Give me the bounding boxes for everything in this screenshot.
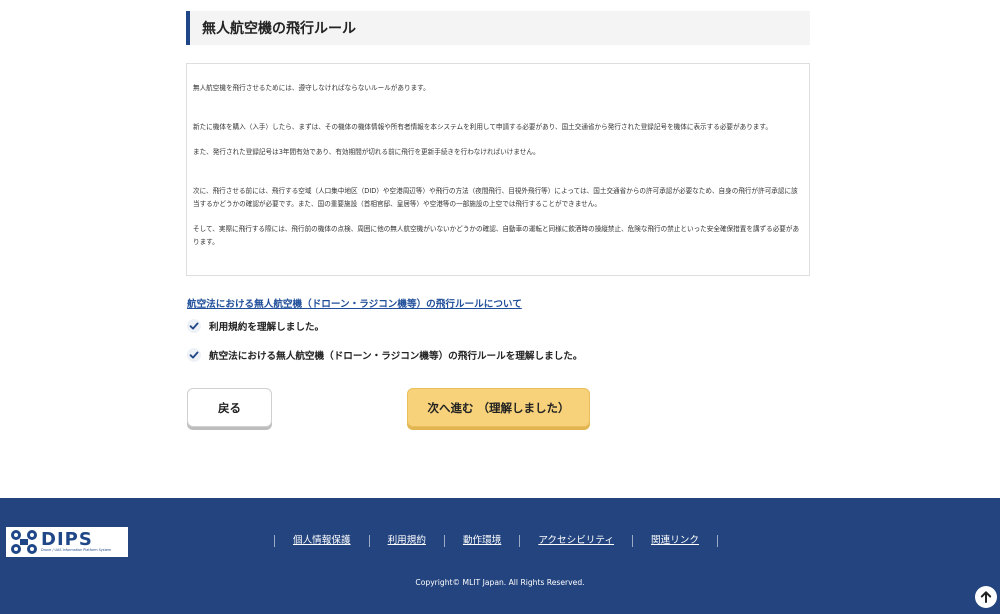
- copyright-text: Copyright© MLIT Japan. All Rights Reserv…: [415, 578, 585, 587]
- terms-agree-label: 利用規約を理解しました。: [209, 322, 325, 333]
- footer-link-terms[interactable]: 利用規約: [368, 535, 444, 547]
- notice-paragraph: そして、実際に飛行する際には、飛行前の機体の点検、周囲に他の無人航空機がいないか…: [193, 225, 800, 246]
- notice-paragraph: 無人航空機を飛行させるためには、遵守しなければならないルールがあります。: [193, 84, 430, 92]
- footer-nav: 個人情報保護 利用規約 動作環境 アクセシビリティ 関連リンク: [274, 535, 718, 547]
- site-footer: DIPS Drone / UAS Information Platform Sy…: [0, 498, 1000, 614]
- footer-link-environment[interactable]: 動作環境: [443, 535, 519, 547]
- terms-agree-checkbox[interactable]: 利用規約を理解しました。: [187, 319, 324, 333]
- arrow-up-icon: [980, 591, 992, 603]
- next-understood-button[interactable]: 次へ進む （理解しました）: [407, 388, 590, 427]
- footer-link-accessibility[interactable]: アクセシビリティ: [519, 535, 632, 547]
- footer-link-privacy[interactable]: 個人情報保護: [274, 535, 369, 547]
- notice-paragraph: 次に、飛行させる前には、飛行する空域（人口集中地区（DID）や空港周辺等）や飛行…: [193, 187, 798, 208]
- notice-paragraph: また、発行された登録記号は3年間有効であり、有効期間が切れる前に飛行を更新手続き…: [193, 148, 540, 156]
- page-title-text: 無人航空機の飛行ルール: [202, 21, 356, 37]
- check-icon: [187, 348, 201, 362]
- check-icon: [187, 319, 201, 333]
- back-to-top-button[interactable]: [975, 586, 997, 608]
- dips-logo: DIPS Drone / UAS Information Platform Sy…: [6, 527, 128, 557]
- back-button[interactable]: 戻る: [187, 388, 272, 427]
- logo-wordmark: DIPS: [41, 529, 93, 550]
- page-title: 無人航空機の飛行ルール: [186, 11, 810, 45]
- rules-notice-box: 無人航空機を飛行させるためには、遵守しなければならないルールがあります。 新たに…: [186, 63, 810, 276]
- flight-rules-agree-label: 航空法における無人航空機（ドローン・ラジコン機等）の飛行ルールを理解しました。: [209, 351, 583, 362]
- logo-tagline: Drone / UAS Information Platform System: [41, 548, 112, 552]
- footer-link-related[interactable]: 関連リンク: [632, 535, 718, 547]
- flight-rules-link[interactable]: 航空法における無人航空機（ドローン・ラジコン機等）の飛行ルールについて: [187, 296, 522, 310]
- notice-paragraph: 新たに機体を購入（入手）したら、まずは、その機体の機体情報や所有者情報を本システ…: [193, 123, 772, 131]
- flight-rules-agree-checkbox[interactable]: 航空法における無人航空機（ドローン・ラジコン機等）の飛行ルールを理解しました。: [187, 348, 582, 362]
- drone-logo-icon: [11, 530, 37, 554]
